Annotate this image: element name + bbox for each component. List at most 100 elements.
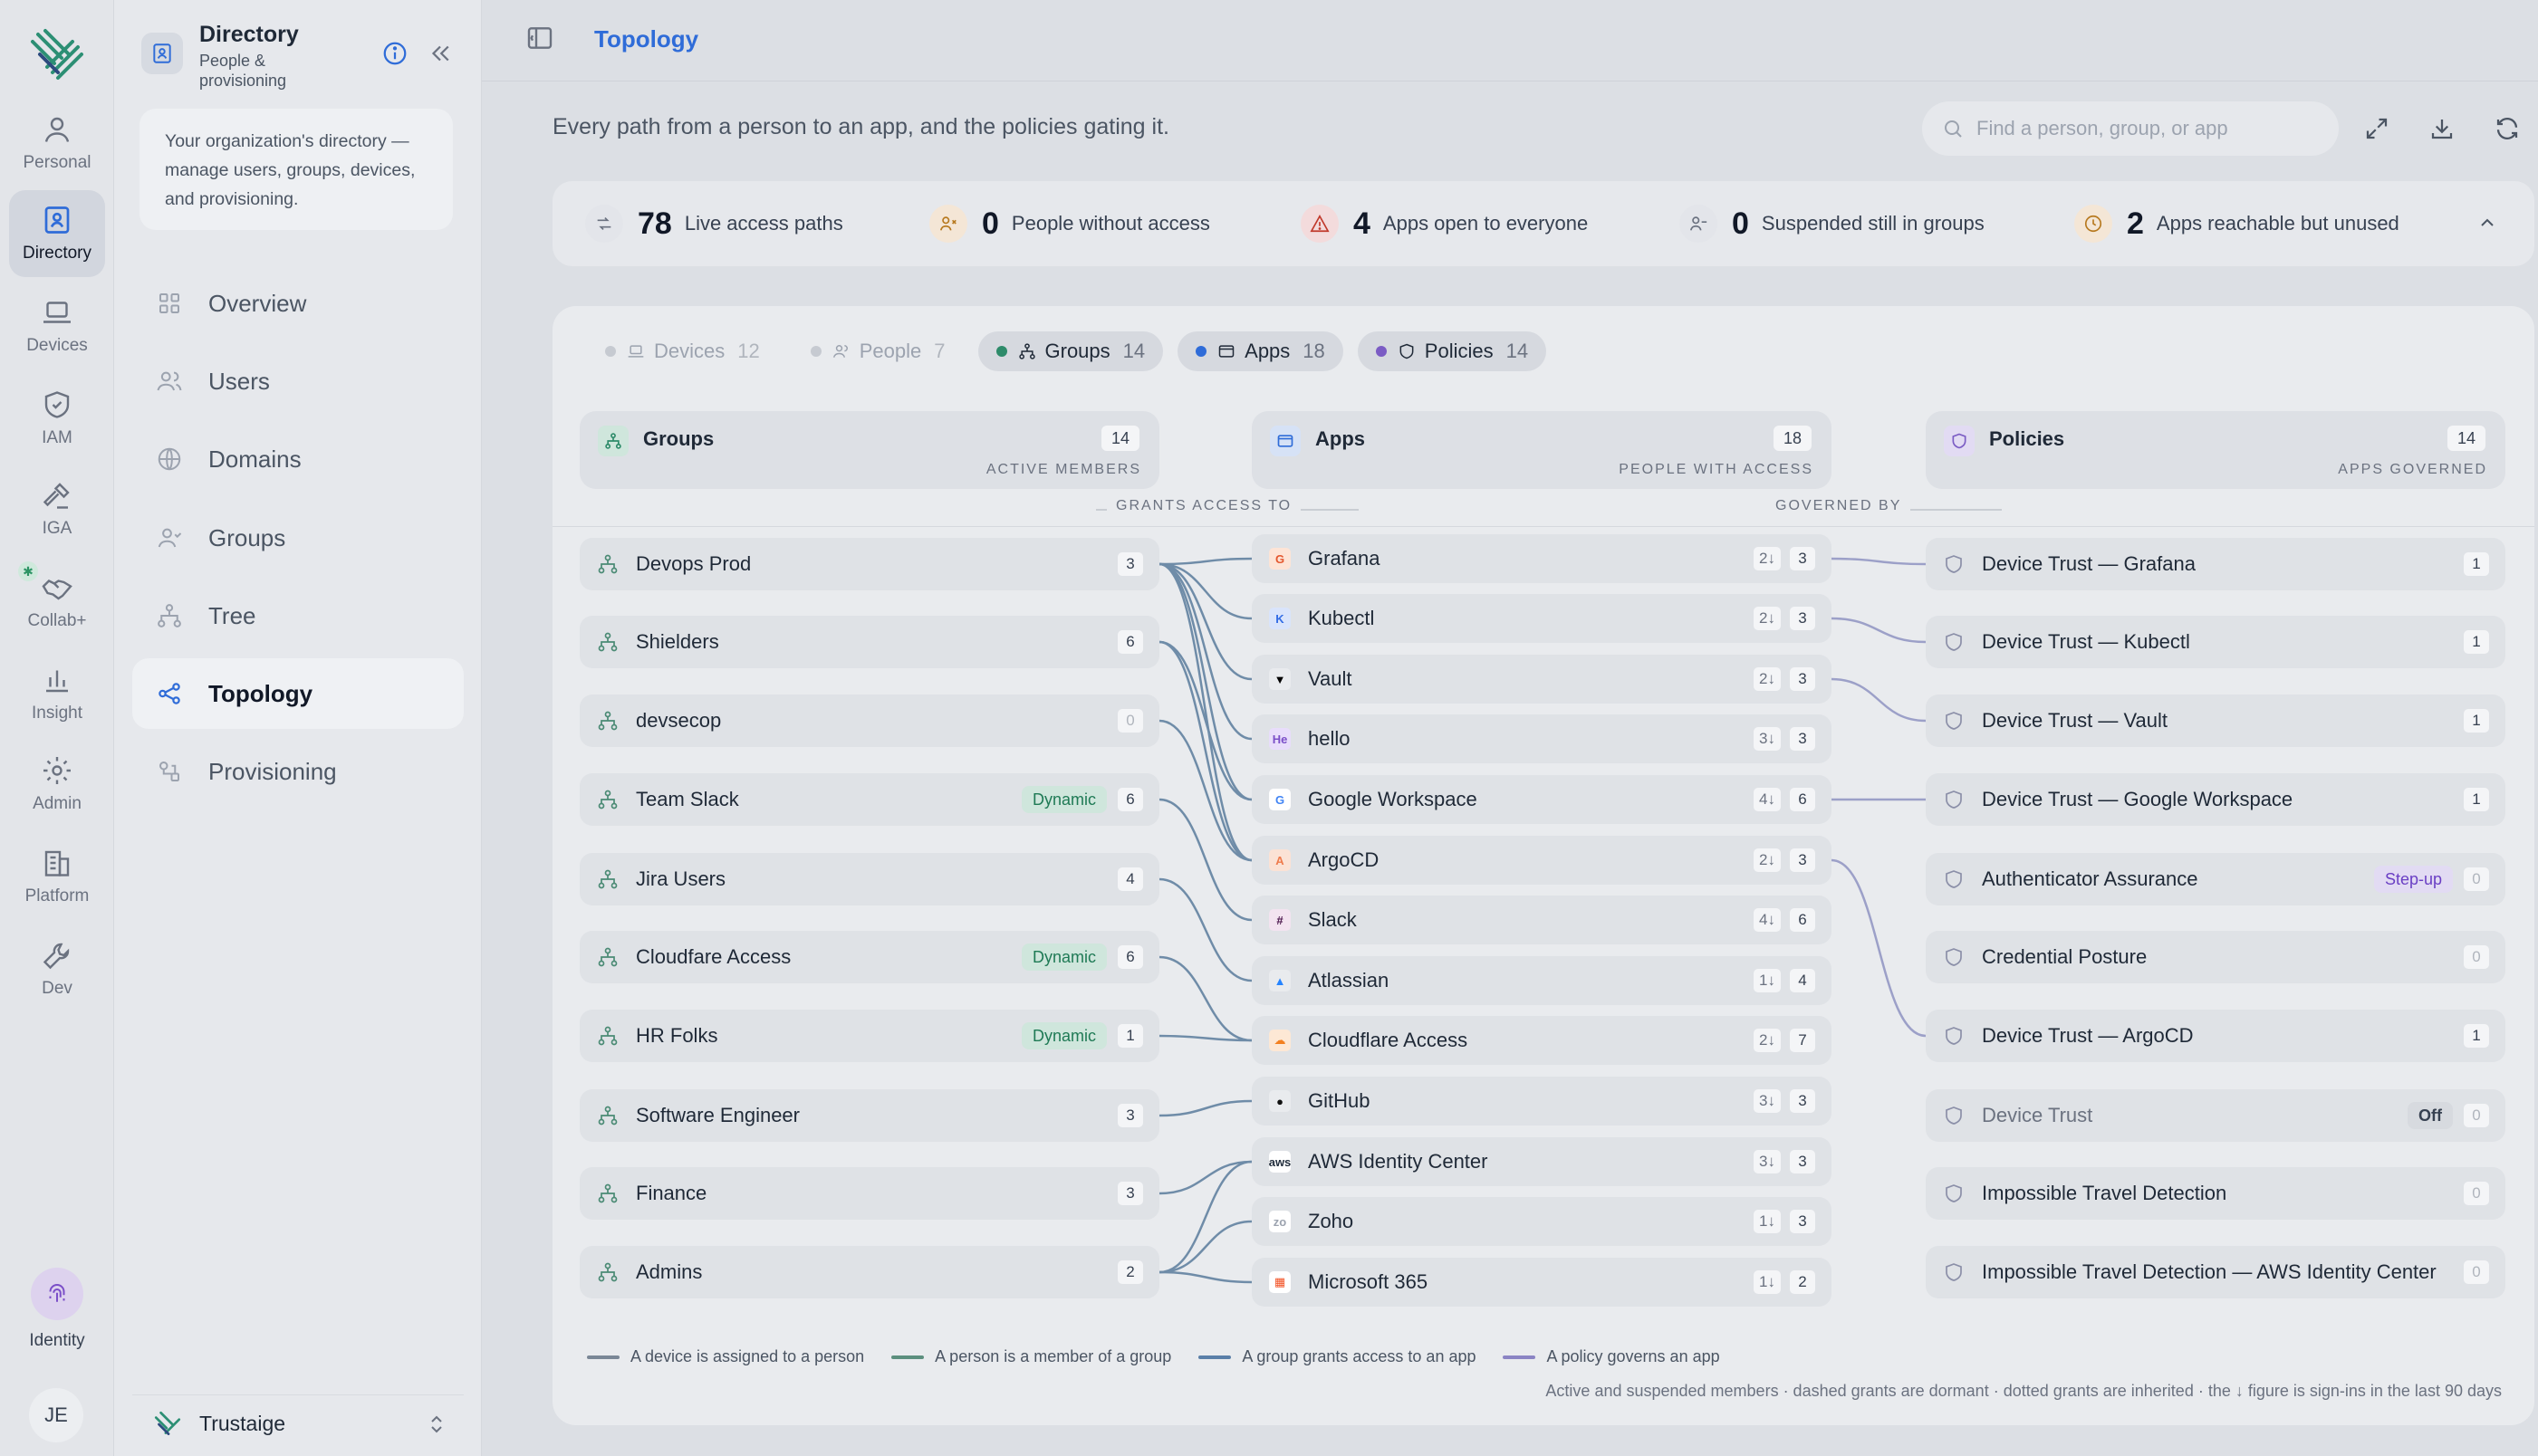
rail-item-iga[interactable]: IGA	[9, 465, 105, 552]
info-icon[interactable]	[381, 40, 409, 67]
group-node[interactable]: Cloudfare Access Dynamic 6	[580, 931, 1159, 983]
trustaige-logo[interactable]	[27, 27, 85, 85]
policy-name: Impossible Travel Detection — AWS Identi…	[1982, 1260, 2437, 1283]
app-node[interactable]: ▦ Microsoft 365 1↓ 2	[1252, 1258, 1831, 1307]
nav-item-overview[interactable]: Overview	[132, 268, 464, 339]
search-input[interactable]	[1976, 117, 2321, 140]
policy-node[interactable]: Authenticator Assurance Step-up 0	[1926, 853, 2505, 905]
tab-policies[interactable]: Policies 14	[1357, 331, 1547, 371]
app-node[interactable]: ▼ Vault 2↓ 3	[1252, 655, 1831, 704]
org-switcher[interactable]: Trustaige	[132, 1394, 464, 1452]
app-node[interactable]: aws AWS Identity Center 3↓ 3	[1252, 1137, 1831, 1186]
app-node[interactable]: He hello 3↓ 3	[1252, 714, 1831, 763]
app-name: Google Workspace	[1308, 788, 1477, 810]
nav-item-groups[interactable]: Groups	[132, 503, 464, 573]
tab-devices[interactable]: Devices 12	[587, 331, 778, 371]
rail-item-directory[interactable]: Directory	[9, 190, 105, 277]
tab-count: 18	[1303, 340, 1325, 362]
apps-governed-count: 0	[2464, 867, 2489, 891]
stat-live-paths[interactable]: 78 Live access paths	[585, 181, 843, 266]
nav-item-domains[interactable]: Domains	[132, 424, 464, 494]
stat-label: Apps reachable but unused	[2156, 212, 2399, 235]
group-node[interactable]: HR Folks Dynamic 1	[580, 1010, 1159, 1062]
tab-groups[interactable]: Groups 14	[977, 331, 1164, 371]
layer-dot	[1375, 346, 1387, 357]
app-node[interactable]: # Slack 4↓ 6	[1252, 896, 1831, 944]
users-icon	[832, 345, 848, 358]
rail-item-identity[interactable]: Identity	[9, 1268, 105, 1365]
policy-name: Credential Posture	[1982, 945, 2148, 968]
stat-people-without-access[interactable]: 0 People without access	[929, 181, 1210, 266]
rail-item-personal[interactable]: Personal	[9, 100, 105, 187]
rail-item-iam[interactable]: IAM	[9, 375, 105, 462]
policy-node[interactable]: Impossible Travel Detection 0	[1926, 1167, 2505, 1220]
rail-item-dev[interactable]: Dev	[9, 925, 105, 1012]
group-node[interactable]: Shielders 6	[580, 616, 1159, 668]
apps-governed-count: 1	[2464, 788, 2489, 811]
app-node[interactable]: ▲ Atlassian 1↓ 4	[1252, 956, 1831, 1005]
collapse-sidebar-icon[interactable]	[427, 40, 454, 67]
stat-apps-unused[interactable]: 2 Apps reachable but unused	[2074, 181, 2399, 266]
app-node[interactable]: K Kubectl 2↓ 3	[1252, 594, 1831, 643]
nav-item-topology[interactable]: Topology	[132, 658, 464, 729]
policy-node[interactable]: Device Trust — Kubectl 1	[1926, 616, 2505, 668]
rail-item-devices[interactable]: Devices	[9, 283, 105, 369]
group-node[interactable]: Admins 2	[580, 1246, 1159, 1298]
app-node[interactable]: A ArgoCD 2↓ 3	[1252, 836, 1831, 885]
nav-item-tree[interactable]: Tree	[132, 580, 464, 651]
stat-apps-open[interactable]: 4 Apps open to everyone	[1301, 181, 1588, 266]
app-node[interactable]: G Google Workspace 4↓ 6	[1252, 775, 1831, 824]
group-node[interactable]: Jira Users 4	[580, 853, 1159, 905]
chevron-up-icon[interactable]	[2476, 212, 2498, 234]
download-button[interactable]	[2418, 105, 2466, 152]
app-node[interactable]: ☁ Cloudflare Access 2↓ 7	[1252, 1016, 1831, 1065]
stat-value: 0	[1732, 206, 1749, 241]
fingerprint-icon	[31, 1268, 83, 1320]
rail-item-insight[interactable]: Insight	[9, 650, 105, 737]
app-node[interactable]: zo Zoho 1↓ 3	[1252, 1197, 1831, 1246]
app-logo-icon: #	[1268, 908, 1292, 932]
tab-apps[interactable]: Apps 18	[1178, 331, 1343, 371]
group-node[interactable]: devsecop 0	[580, 694, 1159, 747]
group-node[interactable]: Software Engineer 3	[580, 1089, 1159, 1142]
signin-count: 4↓	[1754, 788, 1781, 811]
refresh-button[interactable]	[2484, 105, 2531, 152]
tab-label: Apps	[1245, 340, 1291, 362]
search-icon	[1945, 120, 1962, 138]
tab-people[interactable]: People 7	[793, 331, 964, 371]
policy-node[interactable]: Device Trust — ArgoCD 1	[1926, 1010, 2505, 1062]
app-logo-icon: ☁	[1268, 1029, 1292, 1052]
rail-item-admin[interactable]: Admin	[9, 741, 105, 828]
fullscreen-button[interactable]	[2353, 105, 2400, 152]
policy-node[interactable]: Impossible Travel Detection — AWS Identi…	[1926, 1246, 2505, 1298]
app-node[interactable]: ● GitHub 3↓ 3	[1252, 1077, 1831, 1126]
directory-icon	[141, 33, 183, 74]
nav-item-users[interactable]: Users	[132, 346, 464, 417]
group-icon	[596, 788, 620, 811]
policy-node[interactable]: Device Trust — Vault 1	[1926, 694, 2505, 747]
avatar[interactable]: JE	[29, 1388, 83, 1442]
app-node[interactable]: G Grafana 2↓ 3	[1252, 534, 1831, 583]
footnote: Active and suspended members · dashed gr…	[1545, 1382, 2502, 1400]
search-box[interactable]	[1922, 101, 2339, 156]
breadcrumb[interactable]: Topology	[594, 25, 698, 53]
policy-node[interactable]: Device Trust — Google Workspace 1	[1926, 773, 2505, 826]
policy-link	[1831, 557, 1927, 566]
group-node[interactable]: Devops Prod 3	[580, 538, 1159, 590]
policy-status-badge: Step-up	[2373, 866, 2453, 893]
toggle-panel-icon[interactable]	[525, 24, 554, 53]
org-name: Trustaige	[199, 1412, 286, 1435]
group-node[interactable]: Team Slack Dynamic 6	[580, 773, 1159, 826]
policy-node[interactable]: Credential Posture 0	[1926, 931, 2505, 983]
policy-node[interactable]: Device Trust — Grafana 1	[1926, 538, 2505, 590]
access-count: 6	[1790, 788, 1815, 811]
access-count: 3	[1790, 1210, 1815, 1233]
rail-item-platform[interactable]: Platform	[9, 833, 105, 920]
group-node[interactable]: Finance 3	[580, 1167, 1159, 1220]
access-count: 2	[1790, 1270, 1815, 1294]
nav-item-provisioning[interactable]: Provisioning	[132, 736, 464, 807]
rail-item-collab[interactable]: Collab+	[9, 558, 105, 645]
stat-suspended[interactable]: 0 Suspended still in groups	[1679, 181, 1985, 266]
column-count: 14	[1101, 426, 1139, 451]
policy-node[interactable]: Device Trust Off 0	[1926, 1089, 2505, 1142]
